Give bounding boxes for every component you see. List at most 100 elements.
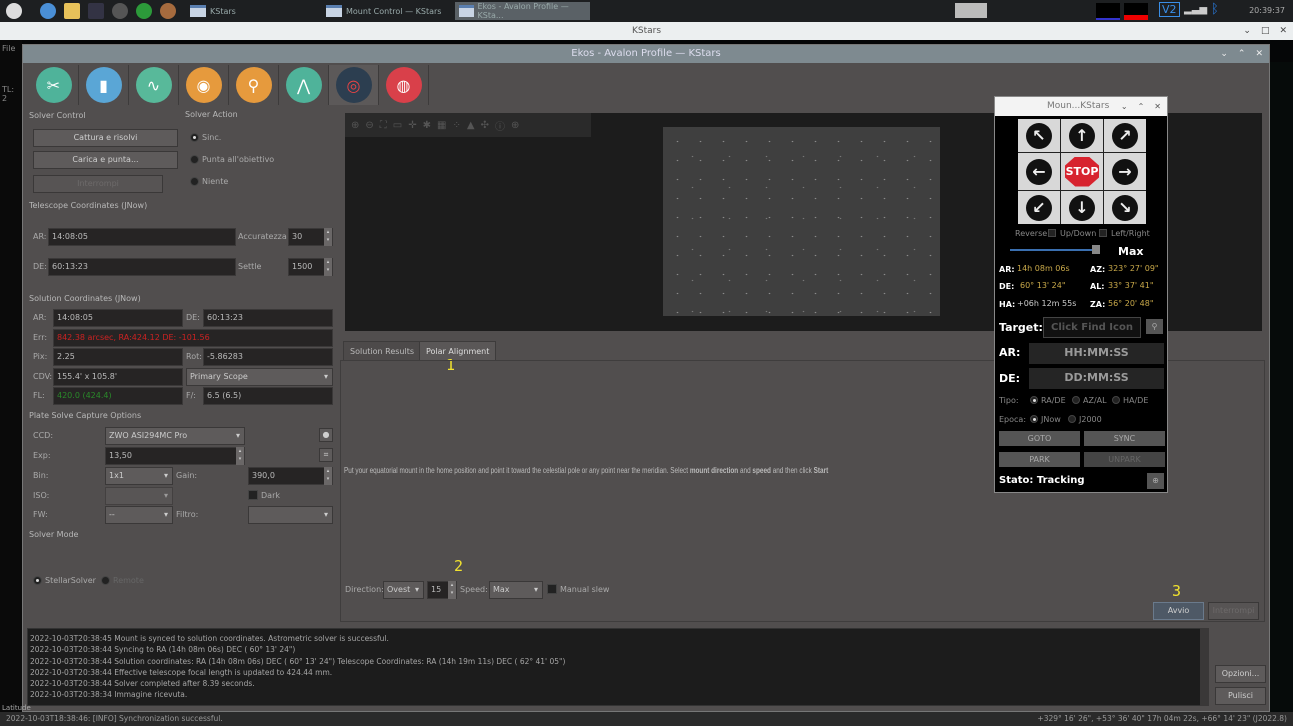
clear-button[interactable]: Pulisci — [1215, 687, 1266, 705]
spin-arrows-icon[interactable]: ▴ ▾ — [324, 228, 332, 246]
stop-button[interactable]: Interrompi — [33, 175, 163, 193]
vnc-icon[interactable]: V2 — [1159, 2, 1180, 17]
stop-motion-button[interactable]: STOP — [1061, 153, 1103, 190]
mark-stars-icon[interactable]: ✱ — [423, 120, 431, 131]
direction-select[interactable]: Ovest — [383, 581, 424, 599]
radio-slew-to-target[interactable] — [190, 155, 199, 164]
fit-icon[interactable]: ⛶ — [380, 120, 387, 131]
accuracy-spinbox[interactable]: 30 ▴ ▾ — [288, 228, 333, 246]
park-button[interactable]: PARK — [999, 452, 1080, 467]
move-se-button[interactable]: ↘ — [1104, 191, 1146, 224]
capture-solve-button[interactable]: Cattura e risolvi — [33, 129, 178, 147]
crosshair-icon[interactable]: ✛ — [408, 120, 416, 131]
move-s-button[interactable]: ↓ — [1061, 191, 1103, 224]
de-input[interactable]: DD:MM:SS — [1029, 368, 1164, 389]
telescope-icon[interactable] — [112, 3, 128, 19]
frame-icon[interactable]: ⌗ — [319, 448, 333, 462]
grid-icon[interactable]: ▦ — [437, 120, 446, 131]
radio-stellarsolver[interactable] — [33, 576, 42, 585]
camera-settings-icon[interactable]: ● — [319, 428, 333, 442]
minimize-icon[interactable]: ⌄ — [1220, 45, 1228, 63]
sync-button[interactable]: SYNC — [1084, 431, 1165, 446]
telescope-de-field[interactable]: 60:13:23 — [48, 258, 236, 276]
spin-arrows-icon[interactable]: ▴ ▾ — [236, 447, 244, 465]
move-ne-button[interactable]: ↗ — [1104, 119, 1146, 152]
speed-slider-handle[interactable] — [1091, 245, 1100, 254]
zoom-out-icon[interactable]: ⊖ — [365, 120, 373, 131]
menu-file[interactable]: File — [0, 40, 22, 57]
mount-settings-icon[interactable]: ⊕ — [1147, 473, 1164, 489]
goto-button[interactable]: GOTO — [999, 431, 1080, 446]
folder-icon[interactable] — [64, 3, 80, 19]
iso-select[interactable] — [105, 487, 173, 505]
radio-jnow[interactable] — [1030, 415, 1038, 423]
taskbar-window-kstars[interactable]: KStars — [186, 2, 240, 20]
degrees-spinbox[interactable]: 15 ▴ ▾ — [427, 581, 457, 599]
module-tab-setup[interactable]: ✂ — [29, 65, 79, 105]
target-field[interactable]: Click Find Icon — [1043, 317, 1141, 338]
unpark-button[interactable]: UNPARK — [1084, 452, 1165, 467]
scope-select[interactable]: Primary Scope — [186, 368, 333, 386]
gain-spinbox[interactable]: 390,0 ▴ ▾ — [248, 467, 333, 485]
radio-j2000[interactable] — [1068, 415, 1076, 423]
radio-ra-de[interactable] — [1030, 396, 1038, 404]
move-sw-button[interactable]: ↙ — [1018, 191, 1060, 224]
manual-slew-checkbox[interactable] — [547, 584, 557, 594]
objects-icon[interactable]: ✣ — [481, 120, 489, 131]
module-tab-align[interactable]: ◎ — [329, 65, 379, 105]
start-button[interactable]: Avvio — [1153, 602, 1204, 620]
module-tab-analyze[interactable]: ∿ — [129, 65, 179, 105]
module-tab-focus[interactable]: ⚲ — [229, 65, 279, 105]
radio-remote[interactable] — [101, 576, 110, 585]
telescope-ra-field[interactable]: 14:08:05 — [48, 228, 236, 246]
module-tab-mount[interactable]: ⋀ — [279, 65, 329, 105]
radio-sync[interactable] — [190, 133, 199, 142]
close-icon[interactable]: ✕ — [1154, 97, 1161, 116]
filter-wheel-select[interactable]: -- — [105, 506, 173, 524]
module-tab-capture[interactable]: ◉ — [179, 65, 229, 105]
spin-arrows-icon[interactable]: ▴ ▾ — [324, 467, 332, 485]
spin-arrows-icon[interactable]: ▴ ▾ — [324, 258, 332, 276]
close-icon[interactable]: ✕ — [1279, 22, 1287, 40]
move-n-button[interactable]: ↑ — [1061, 119, 1103, 152]
zoom-in-icon[interactable]: ⊕ — [351, 120, 359, 131]
crop-icon[interactable]: ▭ — [393, 120, 402, 131]
raspberry-menu-icon[interactable] — [6, 3, 22, 19]
move-w-button[interactable]: ← — [1018, 153, 1060, 190]
minimize-icon[interactable]: ⌄ — [1243, 22, 1251, 40]
filter-select[interactable] — [248, 506, 333, 524]
stars-icon[interactable]: ⁘ — [452, 120, 460, 131]
find-icon[interactable]: ⚲ — [1146, 319, 1163, 334]
radio-az-al[interactable] — [1072, 396, 1080, 404]
reverse-updown-checkbox[interactable] — [1048, 229, 1056, 237]
speed-select[interactable]: Max — [489, 581, 543, 599]
speed-slider[interactable] — [1010, 249, 1100, 251]
maximize-icon[interactable]: □ — [1261, 22, 1270, 40]
tab-polar-alignment[interactable]: Polar Alignment — [419, 341, 497, 361]
settle-spinbox[interactable]: 1500 ▴ ▾ — [288, 258, 333, 276]
target-icon[interactable]: ⊕ — [511, 120, 519, 131]
ccd-select[interactable]: ZWO ASI294MC Pro — [105, 427, 245, 445]
browser-icon[interactable] — [40, 3, 56, 19]
close-icon[interactable]: ✕ — [1255, 45, 1263, 63]
taskbar-window-ekos[interactable]: Ekos - Avalon Profile — KSta... — [455, 2, 590, 20]
dark-checkbox[interactable] — [248, 490, 258, 500]
planet-icon[interactable] — [160, 3, 176, 19]
module-tab-guide[interactable]: ◍ — [379, 65, 429, 105]
spin-arrows-icon[interactable]: ▴ ▾ — [448, 581, 456, 599]
maximize-icon[interactable]: ⌃ — [1238, 45, 1246, 63]
radio-nothing[interactable] — [190, 177, 199, 186]
log-scrollbar[interactable] — [1200, 628, 1209, 706]
options-button[interactable]: Opzioni... — [1215, 665, 1266, 683]
bluetooth-icon[interactable]: ᛒ — [1211, 2, 1219, 17]
terminal-icon[interactable] — [88, 3, 104, 19]
minimize-icon[interactable]: ⌄ — [1121, 97, 1128, 116]
bin-select[interactable]: 1x1 — [105, 467, 173, 485]
maximize-icon[interactable]: ⌃ — [1138, 97, 1145, 116]
reverse-leftright-checkbox[interactable] — [1099, 229, 1107, 237]
taskbar-window-mount-control[interactable]: Mount Control — KStars — [322, 2, 445, 20]
histogram-icon[interactable]: ▲ — [467, 120, 475, 131]
exposure-spinbox[interactable]: 13,50 ▴ ▾ — [105, 447, 245, 465]
stop-pa-button[interactable]: Interrompi — [1208, 602, 1259, 620]
phd2-icon[interactable] — [136, 3, 152, 19]
